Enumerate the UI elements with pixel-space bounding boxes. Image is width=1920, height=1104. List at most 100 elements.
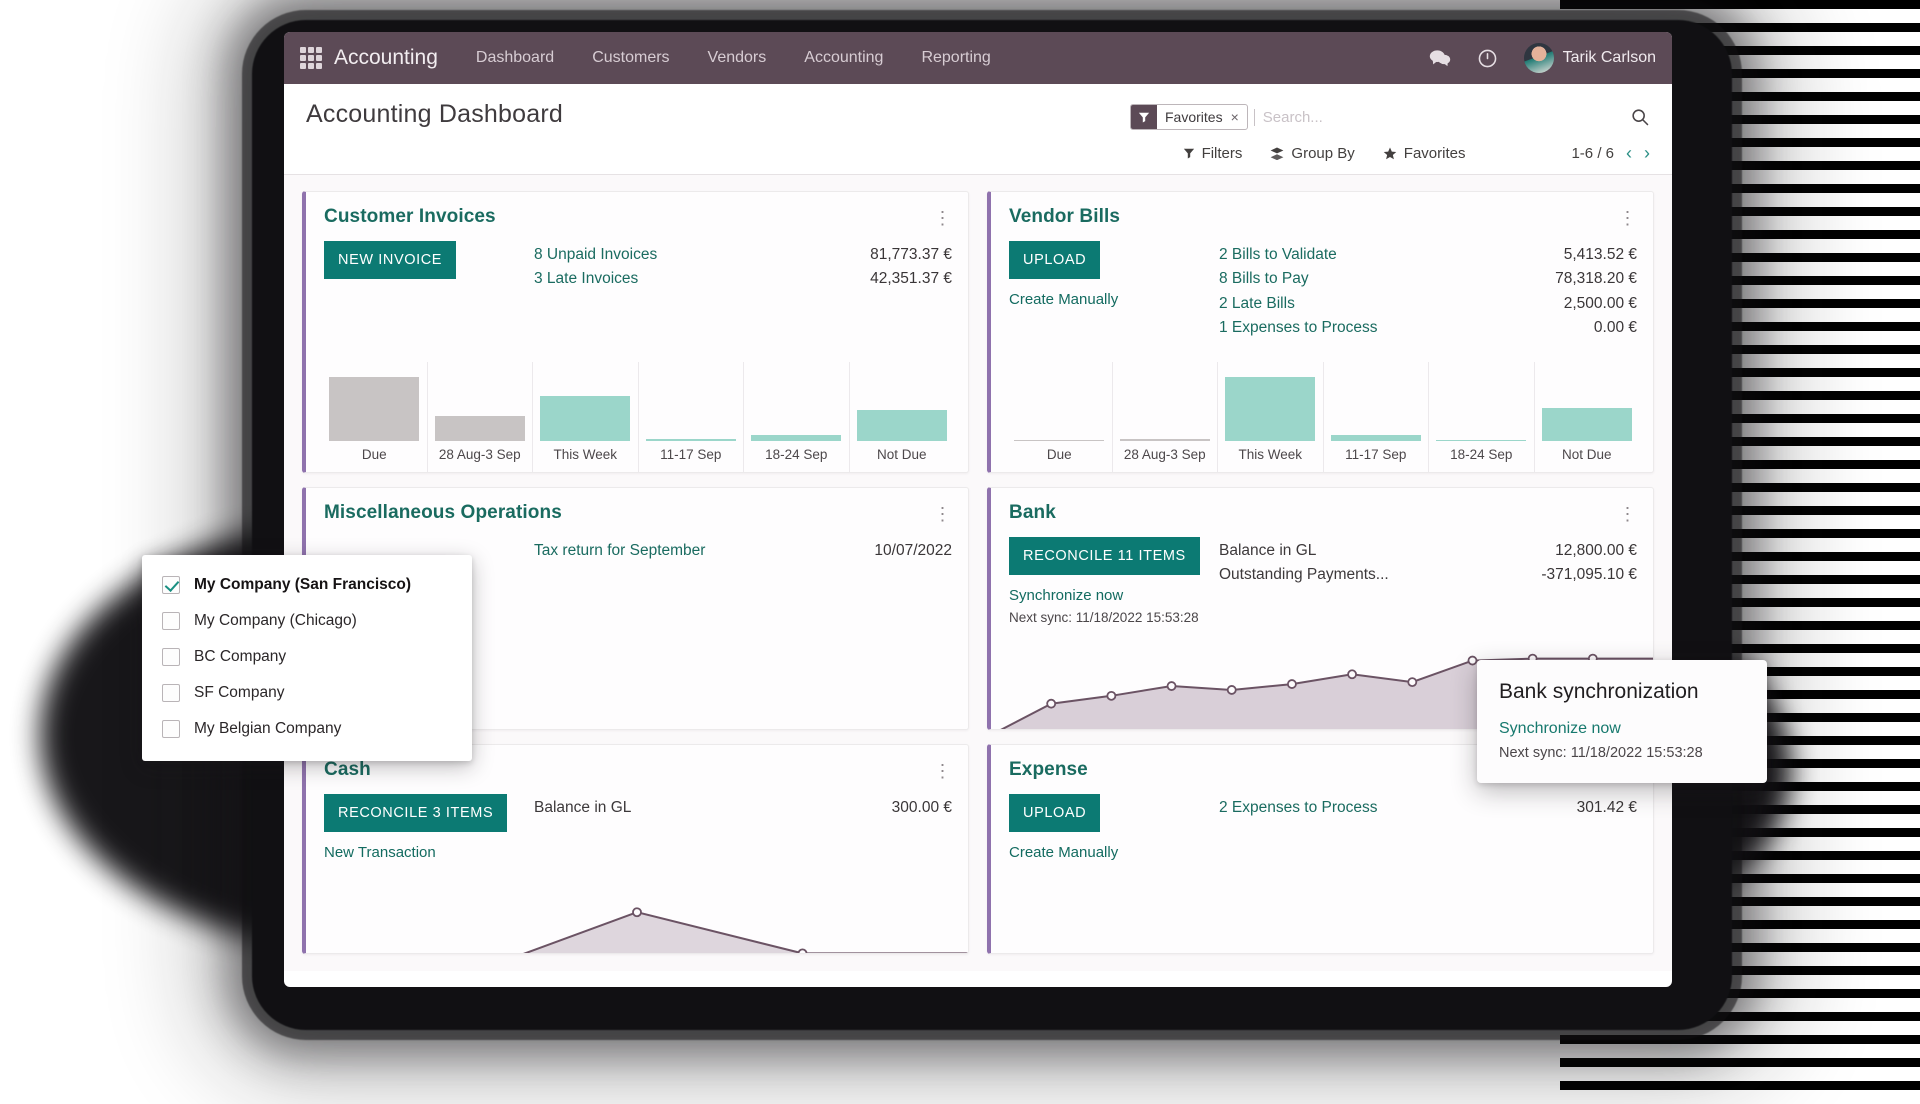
checkbox-icon[interactable]: [162, 720, 180, 738]
group-by-button[interactable]: Group By: [1270, 145, 1355, 162]
nav-item-reporting[interactable]: Reporting: [921, 49, 990, 67]
bar-column[interactable]: 28 Aug-3 Sep: [1111, 362, 1218, 472]
data-point[interactable]: [1107, 692, 1115, 700]
bar-column[interactable]: Due: [322, 362, 427, 472]
synchronize-now-link[interactable]: Synchronize now: [1009, 587, 1209, 604]
kebab-menu-icon[interactable]: ⋮: [933, 759, 953, 784]
data-point[interactable]: [1348, 670, 1356, 678]
tooltip-synchronize-now-link[interactable]: Synchronize now: [1499, 720, 1745, 738]
checkbox-checked-icon[interactable]: [162, 576, 180, 594]
stat-row[interactable]: 8 Bills to Pay 78,318.20 €: [1219, 267, 1637, 291]
bar-column[interactable]: Not Due: [1533, 362, 1640, 472]
bar[interactable]: [329, 377, 420, 441]
bar[interactable]: [856, 410, 947, 441]
stat-row[interactable]: 2 Bills to Validate 5,413.52 €: [1219, 243, 1637, 267]
bar-column[interactable]: 11-17 Sep: [637, 362, 744, 472]
stat-label[interactable]: 2 Expenses to Process: [1219, 796, 1378, 820]
stat-row[interactable]: Balance in GL 300.00 €: [534, 796, 952, 820]
checkbox-icon[interactable]: [162, 612, 180, 630]
checkbox-icon[interactable]: [162, 648, 180, 666]
user-menu[interactable]: Tarik Carlson: [1523, 43, 1656, 73]
nav-item-customers[interactable]: Customers: [592, 49, 669, 67]
kebab-menu-icon[interactable]: ⋮: [1618, 502, 1638, 527]
close-icon[interactable]: ×: [1229, 109, 1247, 125]
bar[interactable]: [1541, 408, 1632, 441]
data-point[interactable]: [798, 949, 806, 954]
bar-column[interactable]: Due: [1007, 362, 1112, 472]
kebab-menu-icon[interactable]: ⋮: [933, 502, 953, 527]
data-point[interactable]: [1168, 682, 1176, 690]
upload-button[interactable]: UPLOAD: [1009, 241, 1101, 279]
stat-row[interactable]: 8 Unpaid Invoices 81,773.37 €: [534, 243, 952, 267]
create-manually-link[interactable]: Create Manually: [1009, 291, 1209, 308]
filters-button[interactable]: Filters: [1183, 145, 1242, 162]
stat-label[interactable]: Outstanding Payments...: [1219, 563, 1389, 587]
stat-row[interactable]: Tax return for September 10/07/2022: [534, 539, 952, 563]
bar-label: 18-24 Sep: [765, 447, 828, 462]
stat-label[interactable]: Balance in GL: [1219, 539, 1316, 563]
bar[interactable]: [540, 396, 631, 441]
chart-customer-invoices-aging[interactable]: Due 28 Aug-3 Sep This Week 11-17 Sep 18-24 S…: [306, 362, 968, 472]
bar-label: Due: [1046, 447, 1072, 462]
data-point[interactable]: [633, 908, 641, 916]
stat-label[interactable]: 8 Unpaid Invoices: [534, 243, 657, 267]
stat-label[interactable]: Balance in GL: [534, 796, 631, 820]
nav-item-vendors[interactable]: Vendors: [708, 49, 767, 67]
stat-row[interactable]: Outstanding Payments... -371,095.10 €: [1219, 563, 1637, 587]
company-option-sf-company[interactable]: SF Company: [142, 675, 472, 711]
nav-item-accounting[interactable]: Accounting: [804, 49, 883, 67]
chart-cash-balance-trend[interactable]: [306, 861, 968, 954]
stat-row[interactable]: 3 Late Invoices 42,351.37 €: [534, 267, 952, 291]
app-brand-title[interactable]: Accounting: [334, 46, 438, 70]
company-option-my-company-chicago[interactable]: My Company (Chicago): [142, 603, 472, 639]
clock-icon[interactable]: [1477, 48, 1498, 69]
chart-vendor-bills-aging[interactable]: Due 28 Aug-3 Sep This Week 11-17 Sep 18-24 S…: [991, 362, 1653, 472]
bar[interactable]: [434, 416, 525, 441]
chevron-right-icon[interactable]: ›: [1644, 144, 1650, 162]
bar[interactable]: [1225, 377, 1316, 441]
chevron-left-icon[interactable]: ‹: [1626, 144, 1632, 162]
checkbox-icon[interactable]: [162, 684, 180, 702]
bar-column[interactable]: 11-17 Sep: [1322, 362, 1429, 472]
new-invoice-button[interactable]: NEW INVOICE: [324, 241, 457, 279]
bar-column[interactable]: 18-24 Sep: [743, 362, 849, 472]
data-point[interactable]: [1047, 700, 1055, 708]
bar-column[interactable]: 18-24 Sep: [1428, 362, 1534, 472]
data-point[interactable]: [1228, 686, 1236, 694]
stat-label[interactable]: 3 Late Invoices: [534, 267, 638, 291]
stat-row[interactable]: Balance in GL 12,800.00 €: [1219, 539, 1637, 563]
stat-label[interactable]: 2 Late Bills: [1219, 292, 1295, 316]
grid-apps-icon[interactable]: [300, 47, 322, 69]
create-manually-link[interactable]: Create Manually: [1009, 844, 1209, 861]
bar-column[interactable]: This Week: [1217, 362, 1323, 472]
reconcile-items-button[interactable]: RECONCILE 3 ITEMS: [324, 794, 508, 832]
kebab-menu-icon[interactable]: ⋮: [933, 206, 953, 231]
nav-item-dashboard[interactable]: Dashboard: [476, 49, 554, 67]
stat-label[interactable]: Tax return for September: [534, 539, 705, 563]
data-point[interactable]: [1288, 680, 1296, 688]
company-option-my-belgian-company[interactable]: My Belgian Company: [142, 711, 472, 747]
stat-label[interactable]: 2 Bills to Validate: [1219, 243, 1337, 267]
kebab-menu-icon[interactable]: ⋮: [1618, 206, 1638, 231]
search-icon[interactable]: [1630, 107, 1650, 127]
reconcile-items-button[interactable]: RECONCILE 11 ITEMS: [1009, 537, 1200, 575]
stat-row[interactable]: 2 Late Bills 2,500.00 €: [1219, 292, 1637, 316]
control-panel: Accounting Dashboard Favorites × Search.…: [284, 84, 1672, 175]
upload-button[interactable]: UPLOAD: [1009, 794, 1101, 832]
favorites-button[interactable]: Favorites: [1383, 145, 1465, 162]
stat-row[interactable]: 1 Expenses to Process 0.00 €: [1219, 316, 1637, 340]
data-point[interactable]: [1468, 657, 1476, 665]
stat-row[interactable]: 2 Expenses to Process 301.42 €: [1219, 796, 1637, 820]
bar-column[interactable]: Not Due: [848, 362, 955, 472]
chat-bubble-icon[interactable]: [1429, 48, 1451, 68]
stat-label[interactable]: 8 Bills to Pay: [1219, 267, 1309, 291]
search-input[interactable]: [1253, 108, 1630, 126]
company-option-bc-company[interactable]: BC Company: [142, 639, 472, 675]
stat-label[interactable]: 1 Expenses to Process: [1219, 316, 1378, 340]
bar-column[interactable]: 28 Aug-3 Sep: [426, 362, 533, 472]
new-transaction-link[interactable]: New Transaction: [324, 844, 524, 861]
search-facet-favorites[interactable]: Favorites ×: [1130, 104, 1248, 130]
company-option-my-company-san-francisco[interactable]: My Company (San Francisco): [142, 567, 472, 603]
data-point[interactable]: [1408, 678, 1416, 686]
bar-column[interactable]: This Week: [532, 362, 638, 472]
